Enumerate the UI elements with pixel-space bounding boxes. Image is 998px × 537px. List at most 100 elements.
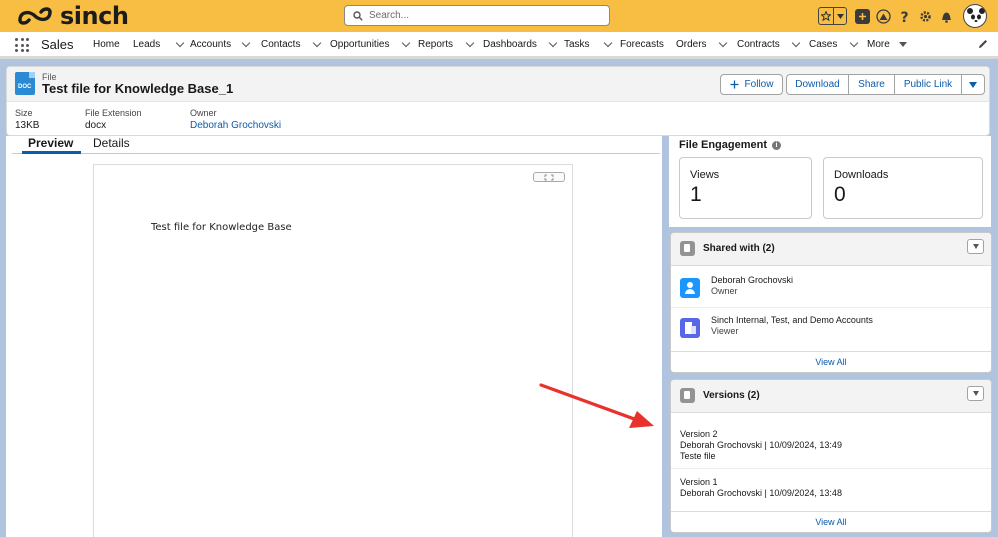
chevron-down-icon[interactable] bbox=[603, 38, 612, 47]
version-title[interactable]: Version 2 bbox=[680, 429, 718, 439]
setup-gear-icon[interactable] bbox=[917, 8, 933, 24]
versions-icon bbox=[680, 388, 695, 403]
versions-title: Versions (2) bbox=[703, 390, 760, 401]
file-engagement-title-text: File Engagement bbox=[679, 139, 768, 151]
chevron-down-icon bbox=[972, 244, 979, 249]
chevron-down-icon bbox=[972, 391, 979, 396]
versions-header: Versions (2) bbox=[671, 380, 991, 413]
nav-item-contracts[interactable]: Contracts bbox=[737, 38, 801, 50]
card-menu-button[interactable] bbox=[967, 386, 984, 401]
user-avatar[interactable] bbox=[963, 4, 987, 28]
nav-item-label: Tasks bbox=[564, 39, 590, 50]
chevron-down-icon[interactable] bbox=[176, 38, 185, 47]
nav-item-more[interactable]: More bbox=[867, 39, 907, 50]
chevron-down-icon[interactable] bbox=[791, 38, 801, 47]
nav-item-label: Contracts bbox=[737, 39, 780, 50]
field-label: Size bbox=[15, 108, 33, 118]
tab-preview[interactable]: Preview bbox=[22, 136, 81, 154]
doc-file-icon-label: DOC bbox=[18, 84, 32, 90]
downloads-label: Downloads bbox=[834, 169, 889, 181]
shared-with-title: Shared with (2) bbox=[703, 243, 775, 254]
nav-item-leads[interactable]: Leads bbox=[133, 38, 185, 50]
share-role: Owner bbox=[711, 286, 738, 296]
share-name[interactable]: Deborah Grochovski bbox=[711, 275, 793, 285]
nav-item-label: Home bbox=[93, 39, 120, 50]
nav-item-tasks[interactable]: Tasks bbox=[564, 38, 612, 50]
nav-item-forecasts[interactable]: Forecasts bbox=[620, 39, 664, 50]
list-item: Version 1 Deborah Grochovski | 10/09/202… bbox=[671, 477, 991, 501]
owner-link[interactable]: Deborah Grochovski bbox=[190, 120, 281, 131]
shared-view-all-link[interactable]: View All bbox=[671, 351, 991, 372]
version-title[interactable]: Version 1 bbox=[680, 477, 718, 487]
card-menu-button[interactable] bbox=[967, 239, 984, 254]
public-link-button[interactable]: Public Link bbox=[895, 74, 962, 95]
sinch-logo[interactable]: sinch bbox=[16, 2, 129, 30]
expand-icon[interactable] bbox=[533, 172, 565, 182]
nav-item-label: Leads bbox=[133, 39, 161, 50]
nav-item-label: Accounts bbox=[190, 39, 232, 50]
plus-icon bbox=[730, 80, 739, 89]
follow-button[interactable]: Follow bbox=[720, 74, 783, 95]
nav-item-accounts[interactable]: Accounts bbox=[190, 38, 251, 50]
chevron-down-icon[interactable] bbox=[465, 38, 475, 47]
share-name[interactable]: Sinch Internal, Test, and Demo Accounts bbox=[711, 315, 873, 325]
svg-text:?: ? bbox=[900, 10, 908, 24]
favorites-star-icon[interactable] bbox=[819, 8, 834, 24]
list-item: Version 2 Deborah Grochovski | 10/09/202… bbox=[671, 429, 991, 463]
chevron-down-icon[interactable] bbox=[718, 38, 727, 47]
caret-down-icon[interactable] bbox=[898, 41, 907, 48]
nav-item-contacts[interactable]: Contacts bbox=[261, 38, 322, 50]
downloads-value: 0 bbox=[834, 183, 846, 206]
trailhead-icon[interactable] bbox=[875, 8, 891, 24]
nav-item-orders[interactable]: Orders bbox=[676, 38, 727, 50]
views-value: 1 bbox=[690, 183, 702, 206]
record-header: DOC File Test file for Knowledge Base_1 … bbox=[6, 66, 990, 136]
share-role: Viewer bbox=[711, 326, 739, 336]
nav-item-cases[interactable]: Cases bbox=[809, 38, 859, 50]
list-item: Sinch Internal, Test, and Demo Accounts … bbox=[671, 307, 991, 347]
chevron-down-icon[interactable] bbox=[850, 38, 859, 47]
group-icon bbox=[680, 318, 700, 338]
nav-item-home[interactable]: Home bbox=[93, 39, 120, 50]
notifications-bell-icon[interactable] bbox=[938, 8, 954, 24]
versions-view-all-link[interactable]: View All bbox=[671, 511, 991, 532]
field-size: Size 13KB bbox=[15, 108, 39, 131]
nav-item-dashboards[interactable]: Dashboards bbox=[483, 38, 558, 50]
help-icon[interactable]: ? bbox=[896, 8, 912, 24]
global-search[interactable] bbox=[344, 5, 610, 26]
preview-document-text: Test file for Knowledge Base bbox=[151, 222, 292, 233]
field-file-extension: File Extension docx bbox=[85, 108, 142, 131]
nav-item-reports[interactable]: Reports bbox=[418, 38, 475, 50]
chevron-down-icon[interactable] bbox=[548, 38, 558, 47]
app-launcher-icon[interactable] bbox=[15, 38, 29, 52]
nav-item-opportunities[interactable]: Opportunities bbox=[330, 38, 411, 50]
edit-nav-pencil-icon[interactable] bbox=[978, 39, 988, 52]
chevron-down-icon[interactable] bbox=[402, 38, 411, 47]
chevron-down-icon[interactable] bbox=[241, 38, 251, 47]
search-icon bbox=[353, 10, 363, 21]
more-actions-button[interactable] bbox=[962, 74, 985, 95]
record-tabs: Preview Details bbox=[12, 136, 660, 154]
field-owner: Owner Deborah Grochovski bbox=[190, 108, 281, 131]
file-engagement-title: File Engagement i bbox=[679, 139, 782, 151]
field-label: File Extension bbox=[85, 108, 142, 118]
favorites-dropdown-icon[interactable] bbox=[834, 8, 846, 24]
download-button[interactable]: Download bbox=[786, 74, 849, 95]
add-icon[interactable] bbox=[855, 8, 870, 24]
divider bbox=[671, 468, 991, 469]
views-label: Views bbox=[690, 169, 720, 181]
share-button[interactable]: Share bbox=[849, 74, 895, 95]
downloads-stat: Downloads 0 bbox=[823, 157, 983, 219]
chevron-down-icon[interactable] bbox=[313, 38, 322, 47]
shared-with-icon bbox=[680, 241, 695, 256]
app-navigation: Sales Home Leads Accounts Contacts Oppor… bbox=[0, 32, 998, 59]
info-icon[interactable]: i bbox=[772, 140, 782, 150]
tab-details[interactable]: Details bbox=[93, 136, 130, 154]
field-label: Owner bbox=[190, 108, 217, 118]
nav-item-label: Contacts bbox=[261, 39, 301, 50]
shared-with-card: Shared with (2) Deborah Grochovski Owner… bbox=[670, 232, 992, 373]
search-input[interactable] bbox=[369, 10, 599, 21]
version-description: Teste file bbox=[680, 451, 716, 461]
nav-item-label: Orders bbox=[676, 39, 707, 50]
user-icon bbox=[680, 278, 700, 298]
